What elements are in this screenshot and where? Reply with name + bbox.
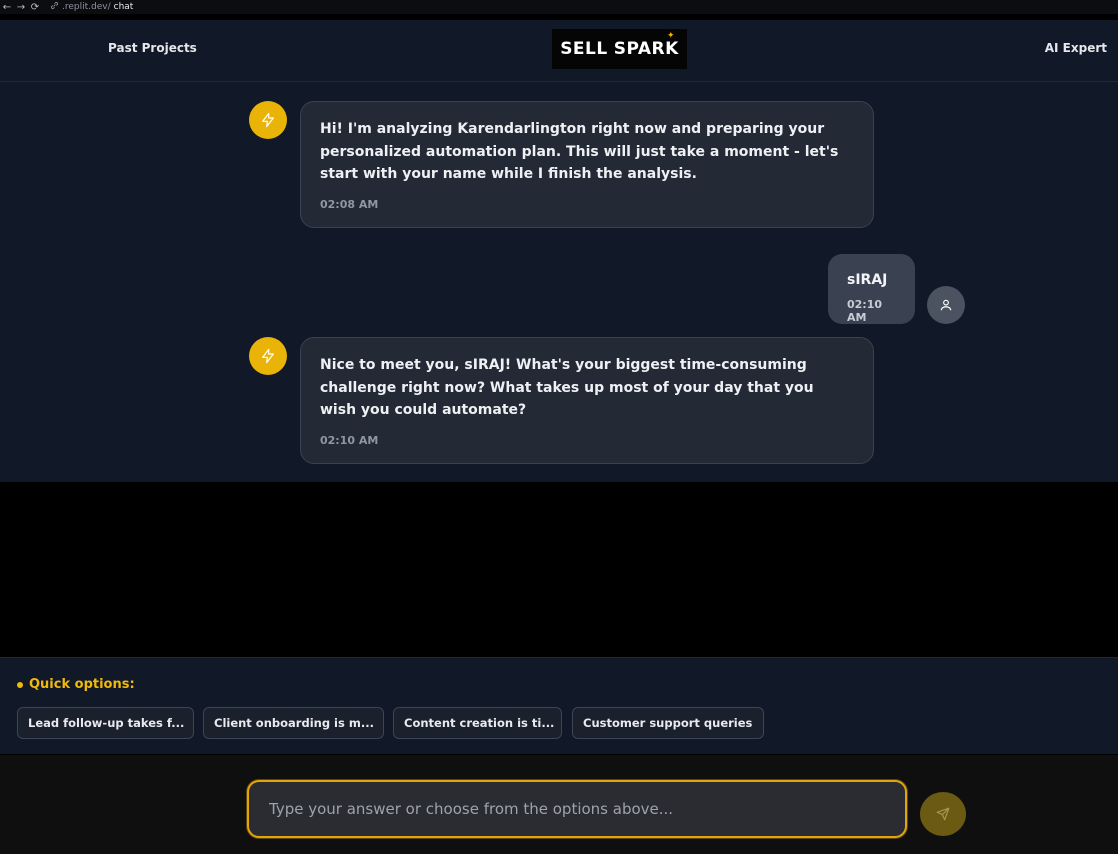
link-icon bbox=[50, 1, 59, 13]
quick-option-button[interactable]: Client onboarding is m... bbox=[203, 707, 384, 739]
logo-text-sell: SELL bbox=[560, 39, 608, 59]
message-text: sIRAJ bbox=[847, 272, 888, 288]
bullet-dot-icon bbox=[17, 681, 23, 688]
message-time: 02:10 AM bbox=[320, 433, 379, 447]
message-time: 02:08 AM bbox=[320, 197, 379, 211]
chat-thread: Hi! I'm analyzing Karendarlington right … bbox=[0, 82, 1118, 482]
user-message: sIRAJ 02:10 AM bbox=[828, 254, 915, 324]
assistant-avatar bbox=[249, 337, 287, 375]
quick-option-button[interactable]: Lead follow-up takes f... bbox=[17, 707, 194, 739]
message-text: Nice to meet you, sIRAJ! What's your big… bbox=[320, 357, 814, 418]
send-button[interactable] bbox=[920, 792, 966, 836]
assistant-message: Hi! I'm analyzing Karendarlington right … bbox=[300, 101, 874, 228]
app-header: Past Projects SELL SPARK ✦ AI Expert bbox=[0, 20, 1118, 82]
quick-option-button[interactable]: Customer support queries bbox=[572, 707, 764, 739]
message-time: 02:10 AM bbox=[847, 297, 883, 324]
quick-option-button[interactable]: Content creation is ti... bbox=[393, 707, 562, 739]
send-icon bbox=[936, 807, 950, 821]
user-icon bbox=[940, 299, 952, 311]
assistant-message: Nice to meet you, sIRAJ! What's your big… bbox=[300, 337, 874, 464]
answer-input[interactable] bbox=[249, 782, 905, 836]
ai-expert-link[interactable]: AI Expert bbox=[1045, 41, 1107, 55]
arrow-left-icon[interactable]: ← bbox=[0, 2, 14, 13]
star-icon: ✦ bbox=[666, 31, 675, 41]
lightning-icon bbox=[262, 348, 274, 364]
message-text: Hi! I'm analyzing Karendarlington right … bbox=[320, 121, 839, 182]
assistant-avatar bbox=[249, 101, 287, 139]
quick-options-label: Quick options: bbox=[29, 677, 135, 692]
url-path: chat bbox=[113, 2, 134, 12]
url-host: .replit.dev/ bbox=[62, 2, 111, 12]
address-bar[interactable]: .replit.dev/chat bbox=[50, 1, 133, 13]
quick-options-title: Quick options: bbox=[17, 677, 135, 692]
user-avatar bbox=[927, 286, 965, 324]
answer-input-wrapper bbox=[247, 780, 907, 838]
arrow-right-icon[interactable]: → bbox=[14, 2, 28, 13]
lightning-icon bbox=[262, 112, 274, 128]
reload-icon[interactable]: ⟳ bbox=[28, 2, 42, 13]
sellspark-logo[interactable]: SELL SPARK ✦ bbox=[552, 29, 687, 69]
past-projects-link[interactable]: Past Projects bbox=[108, 41, 197, 55]
composer-bar bbox=[0, 755, 1118, 854]
logo-text-spark: SPARK bbox=[613, 39, 679, 59]
browser-toolbar: ← → ⟳ .replit.dev/chat bbox=[0, 0, 1118, 14]
quick-options-panel: Quick options: Lead follow-up takes f...… bbox=[0, 657, 1118, 754]
